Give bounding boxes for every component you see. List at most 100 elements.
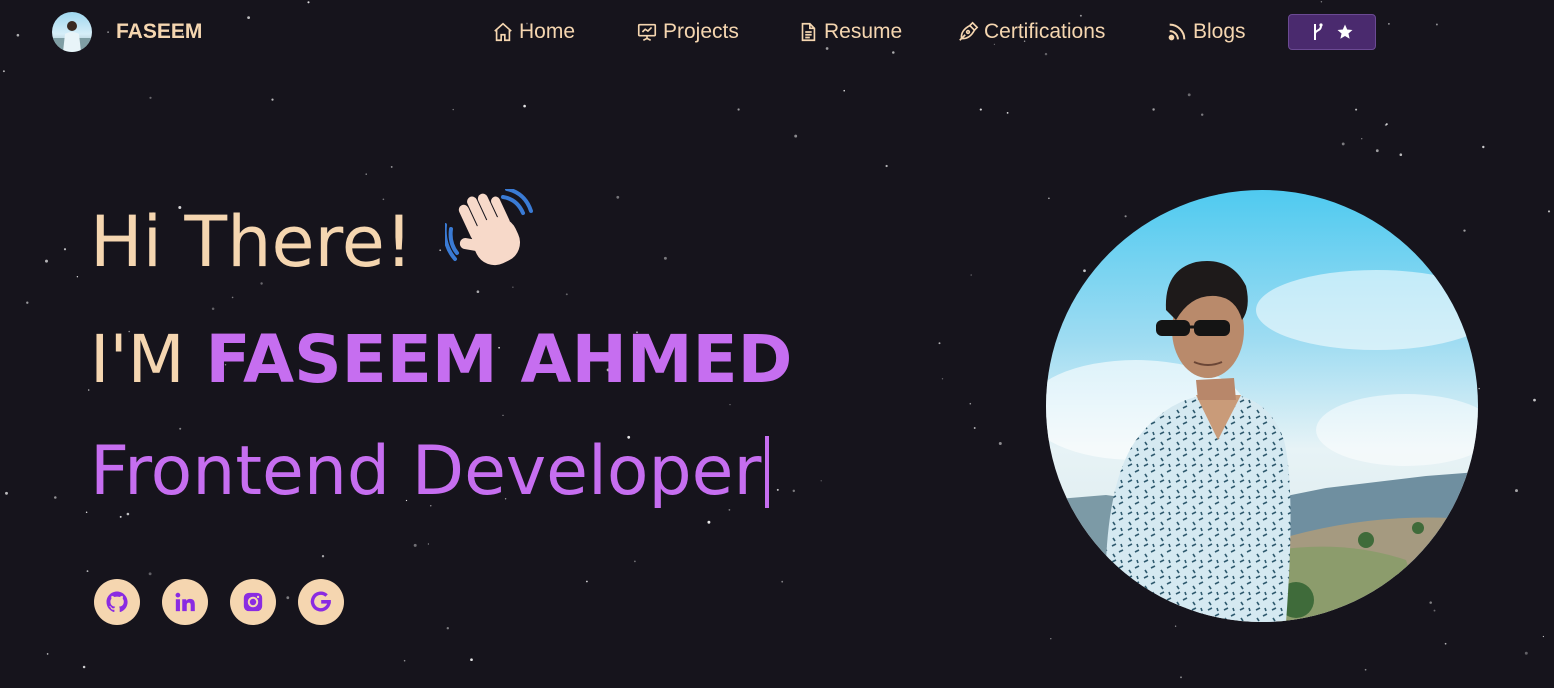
github-icon bbox=[106, 591, 128, 613]
star-dot bbox=[403, 659, 406, 662]
star-dot bbox=[211, 307, 215, 311]
star-dot bbox=[1444, 642, 1447, 645]
star-dot bbox=[565, 293, 568, 296]
star-dot bbox=[1180, 676, 1182, 679]
star-dot bbox=[446, 627, 449, 630]
star-dot bbox=[885, 164, 888, 168]
brand-link[interactable]: FASEEM bbox=[52, 12, 202, 52]
star-dot bbox=[390, 165, 393, 168]
intro-heading: I'M FASEEM AHMED bbox=[90, 318, 792, 402]
star-dot bbox=[1341, 142, 1345, 146]
star-dot bbox=[843, 89, 845, 92]
star-dot bbox=[737, 108, 740, 111]
rss-icon bbox=[1166, 21, 1188, 43]
nav-item-home[interactable]: Home bbox=[492, 16, 575, 48]
star-dot bbox=[634, 560, 636, 563]
git-fork-icon bbox=[1314, 23, 1323, 40]
nav-item-blogs[interactable]: Blogs bbox=[1166, 16, 1246, 48]
intro-prefix: I'M bbox=[90, 321, 206, 398]
star-icon bbox=[1337, 24, 1353, 39]
star-dot bbox=[1433, 609, 1436, 612]
document-icon bbox=[797, 21, 819, 43]
star-dot bbox=[941, 378, 944, 380]
role-text: Frontend Developer bbox=[90, 432, 762, 511]
star-dot bbox=[1187, 93, 1191, 97]
brand-avatar bbox=[52, 12, 92, 52]
brand-name: FASEEM bbox=[116, 20, 203, 43]
pen-nib-icon bbox=[957, 21, 979, 43]
nav-label-blogs: Blogs bbox=[1193, 20, 1246, 43]
star-dot bbox=[1355, 108, 1358, 111]
star-dot bbox=[1524, 651, 1528, 655]
google-link[interactable] bbox=[298, 579, 344, 625]
star-dot bbox=[523, 104, 526, 108]
nav-label-resume: Resume bbox=[824, 20, 903, 43]
linkedin-link[interactable] bbox=[162, 579, 208, 625]
star-dot bbox=[427, 543, 430, 545]
star-dot bbox=[149, 96, 152, 99]
home-icon bbox=[492, 21, 514, 43]
star-dot bbox=[729, 403, 731, 406]
star-dot bbox=[1385, 123, 1388, 126]
greeting-text: Hi There! bbox=[90, 201, 413, 283]
star-dot bbox=[1533, 398, 1536, 402]
full-name: FASEEM AHMED bbox=[205, 321, 793, 398]
star-dot bbox=[938, 342, 941, 345]
nav-item-resume[interactable]: Resume bbox=[797, 16, 902, 48]
star-dot bbox=[979, 108, 982, 111]
star-dot bbox=[820, 480, 822, 482]
star-dot bbox=[1463, 229, 1466, 232]
star-dot bbox=[502, 414, 504, 416]
star-dot bbox=[794, 134, 798, 138]
star-dot bbox=[63, 248, 67, 251]
star-dot bbox=[1200, 113, 1204, 116]
star-dot bbox=[969, 402, 972, 405]
star-dot bbox=[5, 491, 8, 495]
star-dot bbox=[1050, 638, 1052, 640]
star-dot bbox=[792, 489, 796, 493]
presentation-icon bbox=[636, 21, 658, 43]
instagram-icon bbox=[243, 592, 263, 612]
nav-item-certifications[interactable]: Certifications bbox=[957, 16, 1105, 48]
star-dot bbox=[1399, 153, 1403, 156]
star-dot bbox=[1006, 112, 1009, 114]
star-dot bbox=[707, 520, 711, 524]
nav-label-projects: Projects bbox=[663, 20, 739, 43]
star-dot bbox=[321, 555, 325, 558]
star-dot bbox=[1542, 635, 1545, 638]
typing-cursor bbox=[765, 436, 770, 508]
star-dot bbox=[1361, 138, 1363, 140]
github-fork-star-button[interactable] bbox=[1288, 14, 1376, 50]
star-dot bbox=[1478, 387, 1480, 390]
nav-label-home: Home bbox=[519, 20, 576, 43]
star-dot bbox=[365, 173, 367, 175]
google-icon bbox=[310, 591, 331, 612]
star-dot bbox=[452, 108, 454, 111]
star-dot bbox=[781, 580, 784, 583]
star-dot bbox=[26, 301, 29, 304]
star-dot bbox=[119, 515, 122, 518]
profile-photo bbox=[1046, 190, 1478, 622]
social-links bbox=[94, 579, 344, 625]
star-dot bbox=[1124, 215, 1127, 218]
star-dot bbox=[1083, 269, 1086, 273]
star-dot bbox=[1048, 197, 1050, 200]
role-typewriter: Frontend Developer bbox=[90, 430, 770, 514]
star-dot bbox=[470, 658, 473, 662]
star-dot bbox=[616, 195, 620, 199]
star-dot bbox=[82, 665, 86, 669]
github-link[interactable] bbox=[94, 579, 140, 625]
star-dot bbox=[54, 496, 57, 499]
star-dot bbox=[1429, 601, 1432, 604]
star-dot bbox=[585, 580, 588, 583]
star-dot bbox=[86, 570, 89, 573]
nav-item-projects[interactable]: Projects bbox=[636, 16, 739, 48]
star-dot bbox=[413, 543, 417, 547]
star-dot bbox=[1547, 210, 1551, 213]
star-dot bbox=[776, 488, 779, 491]
instagram-link[interactable] bbox=[230, 579, 276, 625]
star-dot bbox=[1174, 625, 1177, 627]
star-dot bbox=[45, 259, 48, 263]
star-dot bbox=[46, 653, 49, 655]
star-dot bbox=[231, 296, 234, 299]
